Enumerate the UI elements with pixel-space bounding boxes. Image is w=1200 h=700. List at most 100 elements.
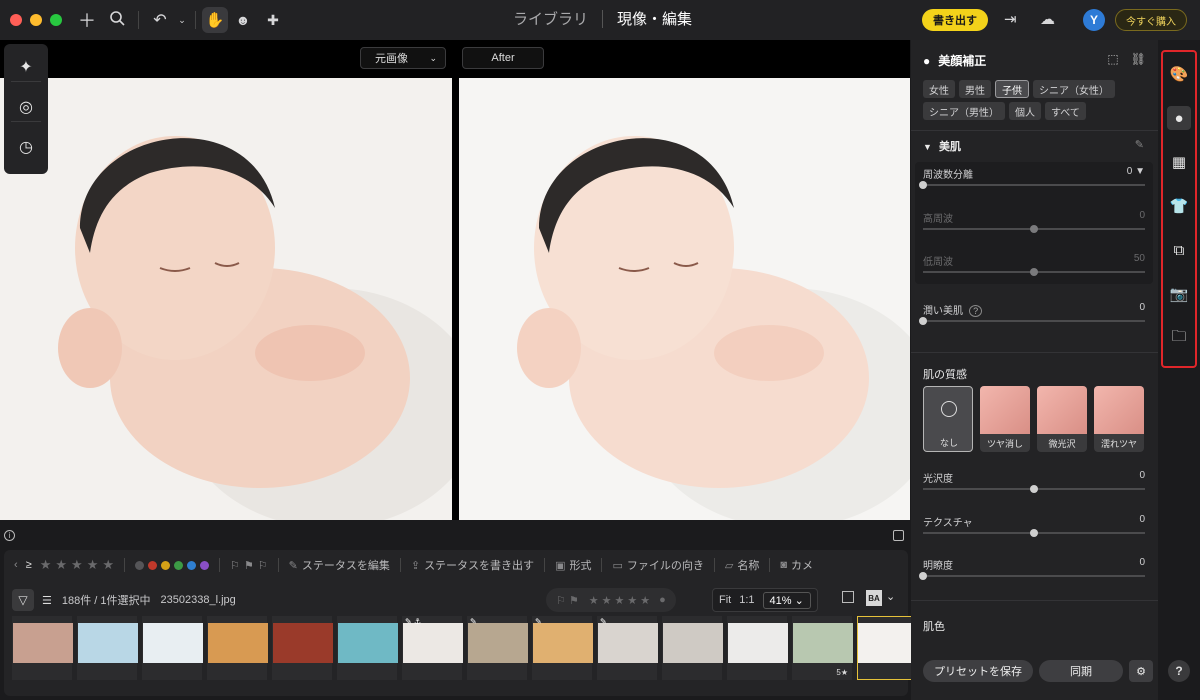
color-label-dot[interactable] xyxy=(148,560,157,570)
thumbnail[interactable] xyxy=(337,616,398,680)
flag-icon[interactable]: ⚑ xyxy=(569,594,579,607)
slider-clarity[interactable]: 明瞭度 0 xyxy=(919,557,1145,580)
slider-texture[interactable]: テクスチャ 0 xyxy=(923,514,1145,537)
star-icon[interactable]: ★ xyxy=(55,557,67,573)
subject-chip[interactable]: シニア（女性） xyxy=(1033,80,1115,98)
chevron-down-icon[interactable]: ⌄ xyxy=(886,590,895,603)
star-icon[interactable]: ★ xyxy=(102,557,114,573)
single-view-icon[interactable] xyxy=(842,591,854,603)
subject-chip[interactable]: 男性 xyxy=(959,80,991,98)
after-label[interactable]: After xyxy=(462,47,544,69)
clothing-icon[interactable]: 👕 xyxy=(1167,194,1191,218)
name-menu[interactable]: 名称 xyxy=(737,557,759,573)
thumbnail[interactable] xyxy=(12,616,73,680)
info-icon[interactable]: i xyxy=(4,530,15,541)
rating-filter-operator[interactable]: ≥ xyxy=(26,559,32,571)
slider-moist-skin[interactable]: 潤い美肌 ? 0 xyxy=(919,302,1145,325)
color-label-dot[interactable] xyxy=(200,560,209,570)
tab-develop[interactable]: 現像・編集 xyxy=(617,8,692,29)
flag-icon[interactable]: ⚑ xyxy=(244,559,254,572)
thumbnail[interactable]: ✎ xyxy=(532,616,593,680)
color-label-dot[interactable] xyxy=(187,560,196,570)
slider-gloss[interactable]: 光沢度 0 xyxy=(923,470,1145,493)
search-icon[interactable] xyxy=(102,10,132,31)
chevron-left-icon[interactable]: ‹ xyxy=(14,559,18,571)
face-detect-icon[interactable]: ⬚ xyxy=(1107,52,1118,66)
star-icon[interactable]: ★ xyxy=(602,594,612,607)
camera-icon[interactable]: 📷 xyxy=(1167,282,1191,306)
thumbnail[interactable] xyxy=(662,616,723,680)
thumbnail[interactable] xyxy=(142,616,203,680)
slider-knob[interactable] xyxy=(919,572,927,580)
color-label-dot[interactable] xyxy=(161,560,170,570)
flag-icon[interactable]: ⚐ xyxy=(230,559,240,572)
photo-after[interactable] xyxy=(459,78,910,520)
help-button[interactable]: ? xyxy=(1168,660,1190,682)
subject-chip[interactable]: すべて xyxy=(1045,102,1086,120)
avatar[interactable]: Y xyxy=(1083,9,1105,31)
zoom-select[interactable]: 41% ⌄ xyxy=(762,591,811,609)
star-icon[interactable]: ★ xyxy=(71,557,83,573)
sync-button[interactable]: 同期 xyxy=(1039,660,1123,682)
split-view-icon[interactable] xyxy=(893,530,904,541)
noise-icon[interactable]: ◎ xyxy=(11,92,41,122)
thumbnail[interactable]: ✎ ⚓ xyxy=(402,616,463,680)
palette-icon[interactable]: 🎨 xyxy=(1167,62,1191,86)
slider-knob[interactable] xyxy=(1030,529,1038,537)
chevron-down-icon[interactable]: ⌄ xyxy=(175,15,189,26)
subject-chip[interactable]: 個人 xyxy=(1009,102,1041,120)
texture-preset[interactable]: ツヤ消し xyxy=(980,386,1030,452)
bandage-tool-icon[interactable]: ✚ xyxy=(258,12,288,29)
photo-before[interactable] xyxy=(0,78,452,520)
star-icon[interactable]: ★ xyxy=(627,594,637,607)
subject-chip[interactable]: 子供 xyxy=(995,80,1029,98)
link-icon[interactable]: ⛓ xyxy=(1131,52,1146,66)
flag-icon[interactable]: ⚐ xyxy=(258,559,268,572)
thumbnail[interactable] xyxy=(272,616,333,680)
thumbnail[interactable] xyxy=(727,616,788,680)
texture-preset[interactable]: 微光沢 xyxy=(1037,386,1087,452)
texture-preset[interactable]: なし xyxy=(923,386,973,452)
color-dot-icon[interactable]: ● xyxy=(659,594,666,606)
crop-icon[interactable]: ⧉ xyxy=(1167,238,1191,262)
flag-icon[interactable]: ⚐ xyxy=(556,594,566,607)
help-icon[interactable]: ? xyxy=(969,305,983,317)
hand-tool-icon[interactable]: ✋ xyxy=(202,7,228,33)
face-retouch-icon[interactable]: ● xyxy=(1167,106,1191,130)
face-tool-icon[interactable]: ☻ xyxy=(228,12,258,28)
history-icon[interactable]: ◷ xyxy=(11,132,41,162)
tab-library[interactable]: ライブラリ xyxy=(513,8,588,29)
camera-menu[interactable]: カメ xyxy=(791,557,813,573)
cloud-icon[interactable]: ☁ xyxy=(1040,10,1055,28)
star-icon[interactable]: ★ xyxy=(615,594,625,607)
format-menu[interactable]: 形式 xyxy=(569,557,591,573)
background-icon[interactable]: ▦ xyxy=(1167,150,1191,174)
slider-knob[interactable] xyxy=(919,181,927,189)
before-after-icon[interactable]: BA xyxy=(866,590,882,606)
import-icon[interactable]: ⇥ xyxy=(1004,10,1017,28)
status-edit-menu[interactable]: ステータスを編集 xyxy=(302,557,390,573)
star-icon[interactable]: ★ xyxy=(589,594,599,607)
star-icon[interactable]: ★ xyxy=(40,557,52,573)
status-export-menu[interactable]: ステータスを書き出す xyxy=(424,557,534,573)
eraser-icon[interactable]: ✎ xyxy=(1135,138,1144,151)
thumbnail[interactable]: 5★ xyxy=(792,616,853,680)
minimize-window-button[interactable] xyxy=(30,14,42,26)
skin-section-header[interactable]: ▼ 美肌 xyxy=(923,138,961,154)
texture-preset[interactable]: 濡れツヤ xyxy=(1094,386,1144,452)
thumbnail[interactable] xyxy=(207,616,268,680)
subject-chip[interactable]: シニア（男性） xyxy=(923,102,1005,120)
export-button[interactable]: 書き出す xyxy=(922,9,988,31)
save-preset-button[interactable]: プリセットを保存 xyxy=(923,660,1033,682)
undo-icon[interactable]: ↶ xyxy=(145,10,175,30)
slider-knob[interactable] xyxy=(919,317,927,325)
star-icon[interactable]: ★ xyxy=(640,594,650,607)
color-label-dot[interactable] xyxy=(135,560,144,570)
buy-now-button[interactable]: 今すぐ購入 xyxy=(1115,9,1187,31)
sync-settings-icon[interactable]: ⚙ xyxy=(1129,660,1153,682)
close-window-button[interactable] xyxy=(10,14,22,26)
thumbnail[interactable] xyxy=(77,616,138,680)
slider-frequency-separation[interactable]: 周波数分離 0 ▼ xyxy=(919,166,1145,189)
add-icon[interactable]: ＋ xyxy=(72,7,102,33)
thumbnail[interactable] xyxy=(857,616,918,680)
